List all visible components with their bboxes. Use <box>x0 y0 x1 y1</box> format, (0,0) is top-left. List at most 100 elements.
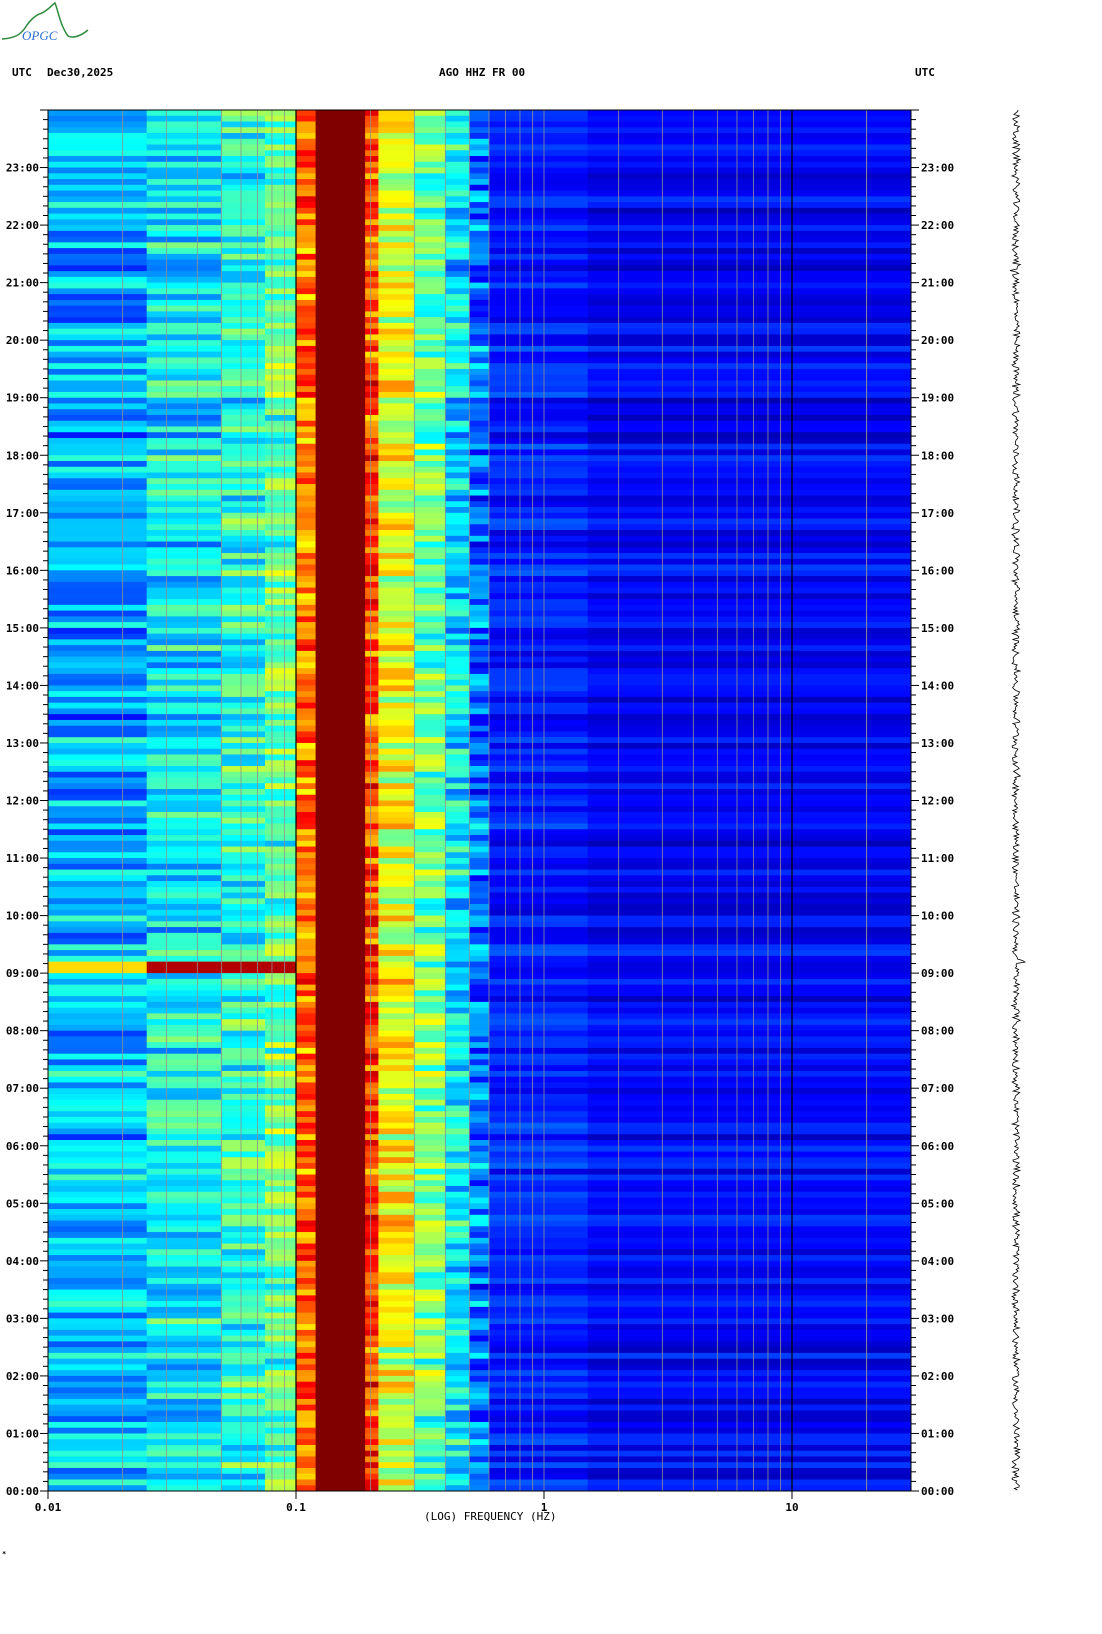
heatmap-cell <box>265 581 297 588</box>
heatmap-cell <box>146 1318 222 1325</box>
heatmap-cell <box>414 898 446 905</box>
heatmap-cell <box>489 334 589 341</box>
heatmap-cell <box>365 1473 379 1480</box>
heatmap-cell <box>365 501 379 508</box>
heatmap-cell <box>146 938 222 945</box>
heatmap-cell <box>265 455 297 462</box>
heatmap-cell <box>414 1191 446 1198</box>
heatmap-cell <box>587 461 911 468</box>
heatmap-cell <box>378 437 415 445</box>
heatmap-cell <box>587 858 911 865</box>
heatmap-cell <box>469 610 490 617</box>
heatmap-cell <box>265 1128 297 1135</box>
heatmap-cell <box>315 627 366 635</box>
heatmap-cell <box>48 1163 148 1170</box>
heatmap-cell <box>48 886 148 893</box>
heatmap-cell <box>146 725 222 732</box>
heatmap-cell <box>489 875 589 882</box>
heatmap-cell <box>469 489 490 496</box>
heatmap-cell <box>469 650 490 658</box>
heatmap-cell <box>378 426 415 433</box>
heatmap-cell <box>146 276 222 284</box>
heatmap-cell <box>315 196 366 203</box>
heatmap-cell <box>296 863 317 870</box>
heatmap-cell <box>146 806 222 813</box>
heatmap-cell <box>265 1111 297 1118</box>
heatmap-cell <box>445 1157 470 1164</box>
heatmap-cell <box>221 863 266 870</box>
heatmap-cell <box>489 673 589 681</box>
heatmap-cell <box>48 610 148 617</box>
heatmap-cell <box>445 150 470 157</box>
heatmap-cell <box>469 869 490 876</box>
heatmap-cell <box>414 996 446 1003</box>
heatmap-cell <box>265 783 297 790</box>
heatmap-cell <box>587 1122 911 1129</box>
heatmap-cell <box>365 823 379 830</box>
heatmap-cell <box>221 1042 266 1049</box>
heatmap-cell <box>296 1364 317 1371</box>
heatmap-cell <box>489 420 589 427</box>
heatmap-cell <box>378 363 415 370</box>
heatmap-cell <box>48 1341 148 1348</box>
heatmap-cell <box>48 1260 148 1267</box>
heatmap-cell <box>365 794 379 801</box>
heatmap-cell <box>445 1278 470 1285</box>
heatmap-cell <box>48 835 148 842</box>
heatmap-cell <box>221 1260 266 1267</box>
heatmap-cell <box>587 1479 911 1486</box>
heatmap-cell <box>445 1462 470 1469</box>
heatmap-cell <box>378 311 415 318</box>
heatmap-cell <box>365 909 379 916</box>
heatmap-cell <box>296 184 317 191</box>
heatmap-cell <box>469 219 490 226</box>
heatmap-cell <box>146 466 222 473</box>
heatmap-cell <box>48 1203 148 1210</box>
heatmap-cell <box>315 179 366 186</box>
heatmap-cell <box>378 1065 415 1072</box>
heatmap-cell <box>146 1421 222 1429</box>
heatmap-cell <box>378 1197 415 1204</box>
heatmap-cell <box>296 1007 317 1014</box>
heatmap-cell <box>48 1249 148 1256</box>
heatmap-cell <box>146 858 222 865</box>
heatmap-cell <box>315 1381 366 1388</box>
heatmap-cell <box>296 340 317 347</box>
heatmap-cell <box>489 1479 589 1486</box>
heatmap-cell <box>445 1266 470 1273</box>
heatmap-cell <box>445 420 470 427</box>
heatmap-cell <box>48 1013 148 1020</box>
heatmap-cell <box>48 1168 148 1175</box>
heatmap-cell <box>265 484 297 491</box>
heatmap-cell <box>445 1082 470 1089</box>
heatmap-cell <box>365 478 379 485</box>
heatmap-cell <box>414 248 446 255</box>
heatmap-cell <box>378 351 415 358</box>
heatmap-cell <box>469 1237 490 1244</box>
heatmap-cell <box>365 495 379 502</box>
heatmap-cell <box>315 472 366 479</box>
heatmap-cell <box>365 489 379 496</box>
heatmap-cell <box>365 547 379 554</box>
heatmap-cell <box>296 794 317 801</box>
heatmap-cell <box>469 403 490 410</box>
heatmap-cell <box>414 409 446 416</box>
y-tick-label-left: 02:00 <box>6 1370 39 1383</box>
heatmap-cell <box>265 507 297 514</box>
heatmap-cell <box>469 1111 490 1118</box>
heatmap-cell <box>221 167 266 174</box>
heatmap-cell <box>489 414 589 422</box>
heatmap-cell <box>221 1439 266 1446</box>
heatmap-cell <box>146 530 222 537</box>
heatmap-cell <box>221 881 266 888</box>
heatmap-cell <box>587 248 911 255</box>
heatmap-cell <box>445 673 470 681</box>
heatmap-cell <box>315 1479 366 1486</box>
heatmap-cell <box>296 927 317 934</box>
heatmap-cell <box>445 1318 470 1325</box>
heatmap-cell <box>469 420 490 427</box>
heatmap-cell <box>469 846 490 853</box>
heatmap-cell <box>265 409 297 416</box>
y-tick-label-right: 14:00 <box>921 679 954 692</box>
heatmap-cell <box>469 466 490 473</box>
